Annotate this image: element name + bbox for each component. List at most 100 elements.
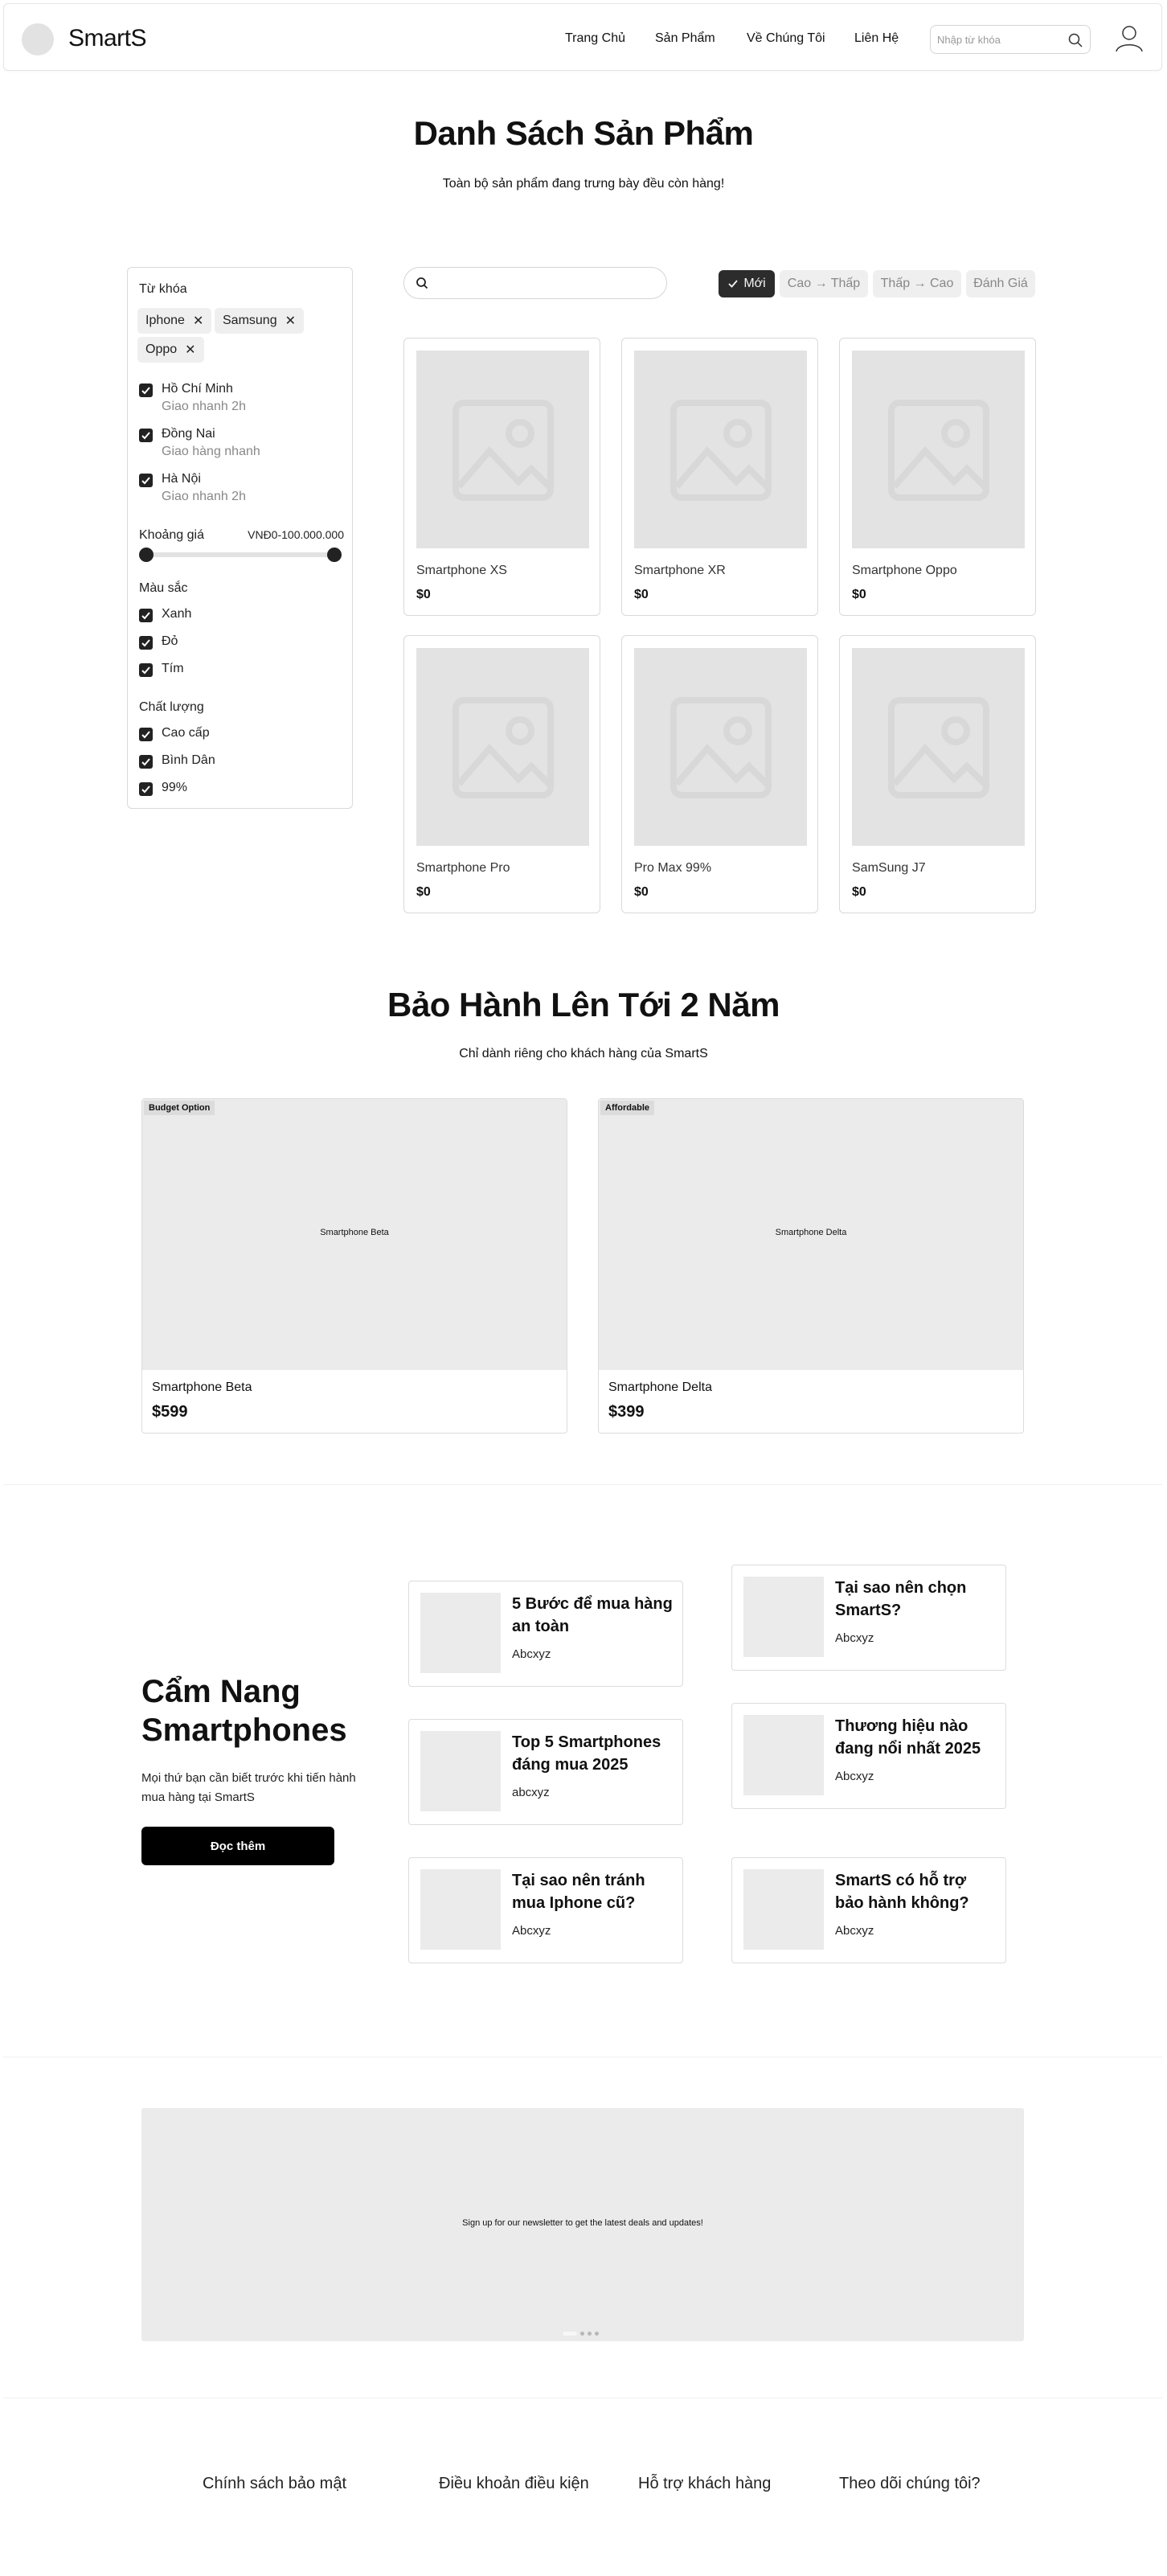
article-title: Tại sao nên chọn SmartS? <box>835 1579 967 1619</box>
warranty-badge: Affordable <box>600 1101 654 1115</box>
location-label: Hà Nội <box>162 472 201 486</box>
footer-link-privacy[interactable]: Chính sách bảo mật <box>203 2475 346 2493</box>
chip-samsung[interactable]: Samsung ✕ <box>215 308 304 334</box>
article-card[interactable]: Tại sao nên tránh mua Iphone cũ? Abcxyz <box>408 1857 683 1963</box>
product-price: $0 <box>852 885 866 899</box>
check-icon <box>141 731 150 739</box>
sort-newest-button[interactable]: Mới <box>719 270 775 297</box>
checkbox-color-red[interactable] <box>139 636 153 650</box>
checkbox-quality-99[interactable] <box>139 782 153 796</box>
checkbox-location-hanoi[interactable] <box>139 474 153 487</box>
carousel-dot[interactable] <box>588 2332 592 2336</box>
product-search-input[interactable] <box>436 275 653 291</box>
checkbox-quality-standard[interactable] <box>139 755 153 769</box>
color-label: Tím <box>162 662 184 675</box>
remove-icon[interactable]: ✕ <box>285 313 296 329</box>
checkbox-location-dongnai[interactable] <box>139 429 153 442</box>
article-card[interactable]: Thương hiệu nào đang nổi nhất 2025 Abcxy… <box>731 1703 1006 1809</box>
warranty-image: Budget Option Smartphone Beta <box>142 1099 567 1370</box>
products-title: Danh Sách Sản Phẩm <box>413 114 754 152</box>
nav-link-home[interactable]: Trang Chủ <box>565 31 625 46</box>
price-title: Khoảng giá <box>139 528 204 542</box>
check-icon <box>141 786 150 794</box>
product-card[interactable]: Smartphone Pro $0 <box>403 635 600 913</box>
article-card[interactable]: SmartS có hỗ trợ bảo hành không? Abcxyz <box>731 1857 1006 1963</box>
product-card[interactable]: Smartphone Oppo $0 <box>839 338 1036 616</box>
checkbox-quality-premium[interactable] <box>139 728 153 741</box>
chip-oppo[interactable]: Oppo ✕ <box>137 337 204 363</box>
article-card[interactable]: Tại sao nên chọn SmartS? Abcxyz <box>731 1565 1006 1671</box>
guide-title-line: Cẩm Nang <box>141 1674 301 1709</box>
article-author: abcxyz <box>512 1786 550 1799</box>
newsletter-banner[interactable]: Sign up for our newsletter to get the la… <box>141 2108 1024 2341</box>
location-label: Đồng Nai <box>162 427 215 441</box>
warranty-card[interactable]: Budget Option Smartphone Beta Smartphone… <box>141 1098 567 1434</box>
sort-rating-button[interactable]: Đánh Giá <box>966 270 1035 297</box>
footer-link-support[interactable]: Hỗ trợ khách hàng <box>638 2475 771 2493</box>
warranty-product-name: Smartphone Beta <box>152 1380 252 1394</box>
location-note: Giao nhanh 2h <box>162 400 246 413</box>
warranty-card[interactable]: Affordable Smartphone Delta Smartphone D… <box>598 1098 1024 1434</box>
product-card[interactable]: SamSung J7 $0 <box>839 635 1036 913</box>
checkbox-location-hcm[interactable] <box>139 384 153 397</box>
product-image <box>416 648 589 846</box>
search-icon[interactable] <box>1067 32 1083 48</box>
search-icon <box>416 277 428 289</box>
nav-link-contact[interactable]: Liên Hệ <box>854 31 899 46</box>
user-icon[interactable] <box>1115 23 1144 52</box>
carousel-dot[interactable] <box>563 2332 577 2336</box>
sort-low-high-button[interactable]: Thấp → Cao <box>873 270 961 297</box>
image-placeholder-icon <box>888 400 989 501</box>
location-note: Giao nhanh 2h <box>162 490 246 503</box>
price-range-value: VNĐ0-100.000.000 <box>248 528 344 541</box>
nav-link-about[interactable]: Về Chúng Tôi <box>747 31 825 46</box>
quality-label: Bình Dân <box>162 753 215 767</box>
product-card[interactable]: Pro Max 99% $0 <box>621 635 818 913</box>
chip-iphone[interactable]: Iphone ✕ <box>137 308 212 334</box>
product-image <box>634 351 807 548</box>
carousel-dot[interactable] <box>580 2332 584 2336</box>
product-price: $0 <box>634 885 649 899</box>
warranty-title: Bảo Hành Lên Tới 2 Năm <box>387 986 780 1023</box>
product-price: $0 <box>852 588 866 601</box>
check-icon <box>141 612 150 620</box>
product-name: Smartphone XR <box>634 564 726 577</box>
article-card[interactable]: 5 Bước để mua hàng an toàn Abcxyz <box>408 1581 683 1687</box>
product-name: Smartphone Oppo <box>852 564 957 577</box>
check-icon <box>141 667 150 675</box>
logo-icon[interactable] <box>22 23 54 55</box>
header-search-input[interactable] <box>937 31 1066 47</box>
footer-link-follow[interactable]: Theo dõi chúng tôi? <box>839 2475 981 2493</box>
read-more-button[interactable]: Đọc thêm <box>141 1827 334 1865</box>
image-placeholder-icon <box>670 400 772 501</box>
chip-label: Oppo <box>145 343 178 356</box>
image-placeholder-icon <box>452 400 554 501</box>
product-card[interactable]: Smartphone XR $0 <box>621 338 818 616</box>
product-price: $0 <box>416 885 431 899</box>
footer-link-terms[interactable]: Điều khoản điều kiện <box>439 2475 589 2493</box>
section-divider <box>3 1484 1162 1485</box>
article-author: Abcxyz <box>835 1770 874 1783</box>
keyword-title: Từ khóa <box>139 282 187 296</box>
article-thumbnail <box>743 1577 824 1657</box>
remove-icon[interactable]: ✕ <box>193 313 203 329</box>
checkbox-color-green[interactable] <box>139 609 153 622</box>
newsletter-text: Sign up for our newsletter to get the la… <box>462 2218 703 2228</box>
brand-name[interactable]: SmartS <box>68 25 147 52</box>
checkbox-color-purple[interactable] <box>139 663 153 677</box>
product-price: $0 <box>634 588 649 601</box>
price-slider-track[interactable] <box>139 552 334 557</box>
product-card[interactable]: Smartphone XS $0 <box>403 338 600 616</box>
nav-link-products[interactable]: Sản Phẩm <box>655 31 715 46</box>
remove-icon[interactable]: ✕ <box>185 342 195 358</box>
color-label: Đỏ <box>162 634 178 648</box>
price-slider-min-handle[interactable] <box>139 548 154 562</box>
warranty-product-name: Smartphone Delta <box>608 1380 712 1394</box>
sort-high-low-button[interactable]: Cao → Thấp <box>780 270 868 297</box>
carousel-dot[interactable] <box>595 2332 599 2336</box>
article-card[interactable]: Top 5 Smartphones đáng mua 2025 abcxyz <box>408 1719 683 1825</box>
article-thumbnail <box>420 1731 501 1811</box>
article-title: Top 5 Smartphones đáng mua 2025 <box>512 1733 661 1774</box>
price-slider-max-handle[interactable] <box>327 548 342 562</box>
chip-label: Samsung <box>223 314 277 327</box>
